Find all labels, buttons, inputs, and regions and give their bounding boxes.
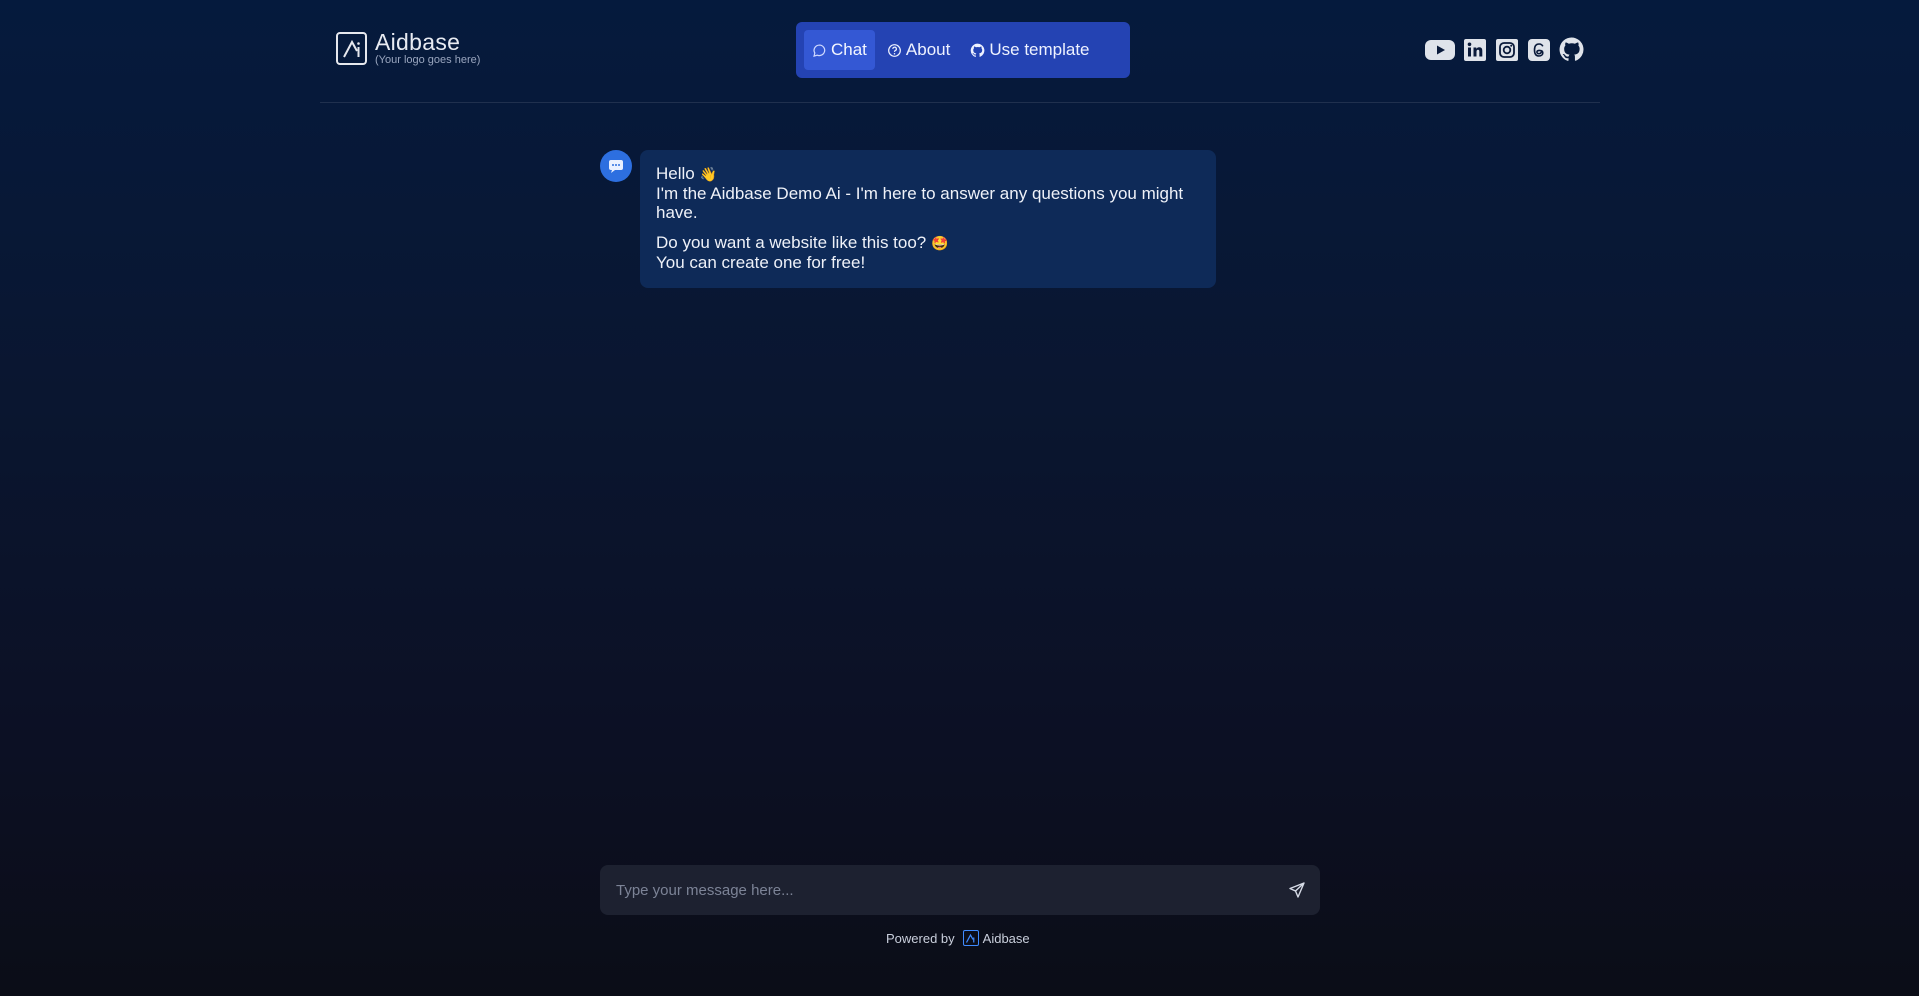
github-icon[interactable] (1559, 37, 1584, 62)
brand-name: Aidbase (375, 29, 461, 55)
send-button[interactable] (1274, 865, 1320, 915)
question-circle-icon (888, 43, 901, 57)
send-icon (1289, 882, 1305, 898)
bot-chat-icon (609, 160, 623, 173)
app-page: Aidbase (Your logo goes here) Chat About… (0, 0, 1919, 996)
powered-by[interactable]: Powered by Aidbase (886, 930, 1030, 946)
message-question: Do you want a website like this too? (656, 233, 927, 252)
main-nav: Chat About Use template (796, 22, 1130, 78)
tab-use-template-label: Use template (989, 40, 1090, 59)
bot-avatar (600, 150, 632, 182)
aidbase-logo-icon (962, 930, 979, 946)
message-bubble: Hello 👋 I'm the Aidbase Demo Ai - I'm he… (640, 150, 1216, 288)
message-intro: I'm the Aidbase Demo Ai - I'm here to an… (656, 184, 1184, 222)
wave-emoji: 👋 (699, 166, 717, 182)
instagram-icon[interactable] (1495, 38, 1519, 62)
message-cta: You can create one for free! (656, 253, 866, 272)
youtube-icon[interactable] (1425, 39, 1455, 61)
message-input[interactable] (600, 865, 1274, 915)
brand-logo[interactable]: Aidbase (Your logo goes here) (336, 31, 480, 66)
aidbase-logo-icon (336, 32, 367, 65)
message-greeting: Hello (656, 164, 695, 183)
chat-bubble-icon (813, 43, 826, 57)
powered-by-label: Powered by (886, 930, 955, 946)
linkedin-icon[interactable] (1463, 38, 1487, 62)
message-composer (600, 865, 1320, 915)
tab-about[interactable]: About (879, 30, 958, 70)
powered-by-brand: Aidbase (982, 930, 1030, 946)
tab-chat[interactable]: Chat (804, 30, 875, 70)
brand-subtitle: (Your logo goes here) (375, 54, 481, 66)
tab-about-label: About (905, 40, 951, 59)
threads-icon[interactable] (1527, 38, 1551, 62)
social-links (1417, 37, 1584, 62)
star-struck-emoji: 🤩 (931, 235, 949, 251)
top-header: Aidbase (Your logo goes here) Chat About… (320, 0, 1600, 103)
tab-chat-label: Chat (831, 40, 867, 59)
github-icon (971, 43, 985, 57)
tab-use-template[interactable]: Use template (962, 30, 1097, 70)
